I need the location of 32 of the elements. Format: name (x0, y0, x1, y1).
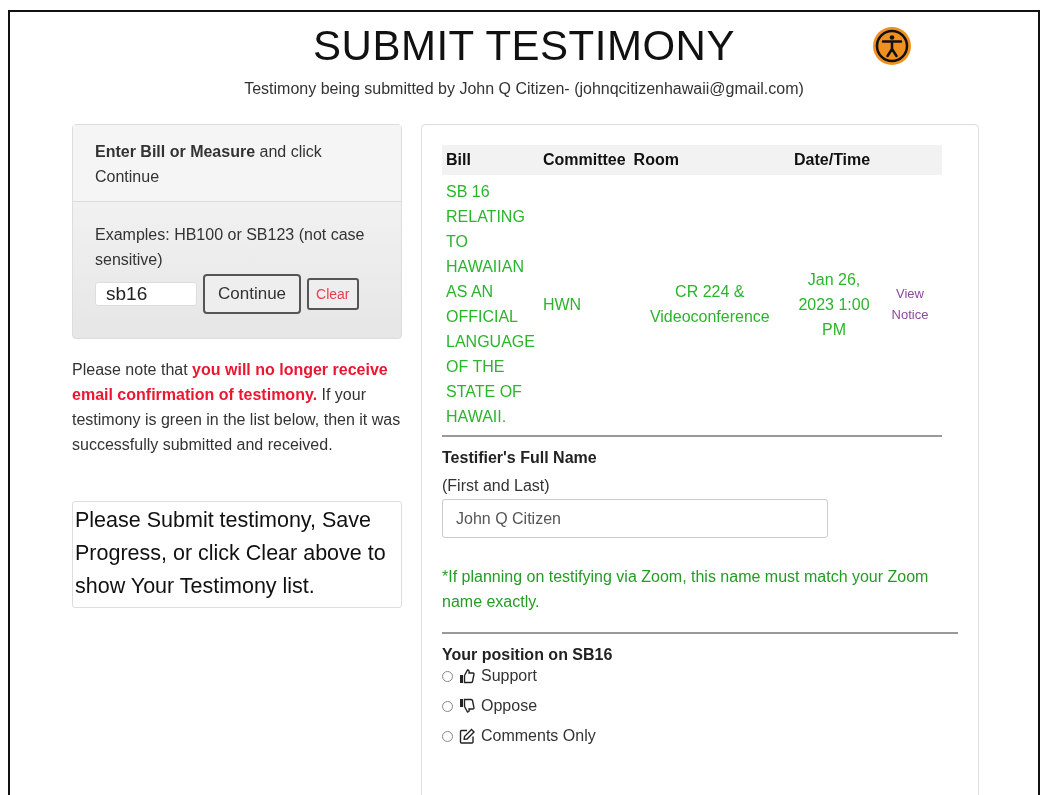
position-label: Your position on SB16 (442, 646, 614, 664)
edit-icon (459, 728, 475, 744)
bill-input[interactable]: sb16 (95, 282, 197, 306)
committee-cell: HWN (542, 295, 582, 313)
thumbs-down-icon (459, 698, 475, 714)
column-header: Committee (538, 145, 630, 175)
column-header: Date/Time (790, 145, 878, 175)
zoom-note: *If planning on testifying via Zoom, this name must match your Zoom name exactly. (442, 567, 930, 612)
bill-title: SB 16 RELATING TO HAWAIIAN AS AN OFFICIAL LANGUAGE OF THE STATE OF HAWAII. (446, 183, 535, 425)
name-field[interactable]: John Q Citizen (442, 499, 828, 538)
room-cell: CR 224 & Videoconference (649, 283, 770, 325)
testifier-sublabel: (First and Last) (442, 477, 551, 495)
examples-hint: Examples: HB100 or SB123 (not case sensitive) (95, 225, 366, 270)
page-title: SUBMIT TESTIMONY (313, 22, 735, 70)
email-notice: Please note that you will no longer receive email confirmation of testimony. If your testimony is green in the list below, then it was successfully submitted and received. (72, 360, 402, 455)
testifier-label: Testifier's Full Name (442, 449, 598, 467)
radio-button[interactable] (442, 730, 453, 742)
lookup-instruction: Enter Bill or Measure and click Continue (95, 143, 322, 185)
column-header: Bill (442, 145, 539, 175)
thumbs-up-icon (459, 668, 475, 684)
position-option[interactable]: Comments Only (481, 727, 596, 745)
column-header: Room (629, 145, 790, 175)
radio-button[interactable] (442, 700, 453, 712)
accessibility-icon[interactable] (872, 26, 912, 66)
prompt-text: Please Submit testimony, Save Progress, or click Clear above to show Your Testimony list. (75, 508, 386, 598)
position-option[interactable]: Oppose (481, 697, 538, 715)
position-option[interactable]: Support (481, 667, 538, 685)
radio-button[interactable] (442, 670, 453, 682)
view-notice-link[interactable]: View Notice (887, 282, 933, 325)
submitter-info: Testimony being submitted by John Q Citizen- (johnqcitizenhawaii@gmail.com) (243, 80, 805, 98)
date-time-cell: Jan 26, 2023 1:00 PM (798, 270, 870, 338)
continue-button[interactable]: Continue (203, 274, 302, 314)
